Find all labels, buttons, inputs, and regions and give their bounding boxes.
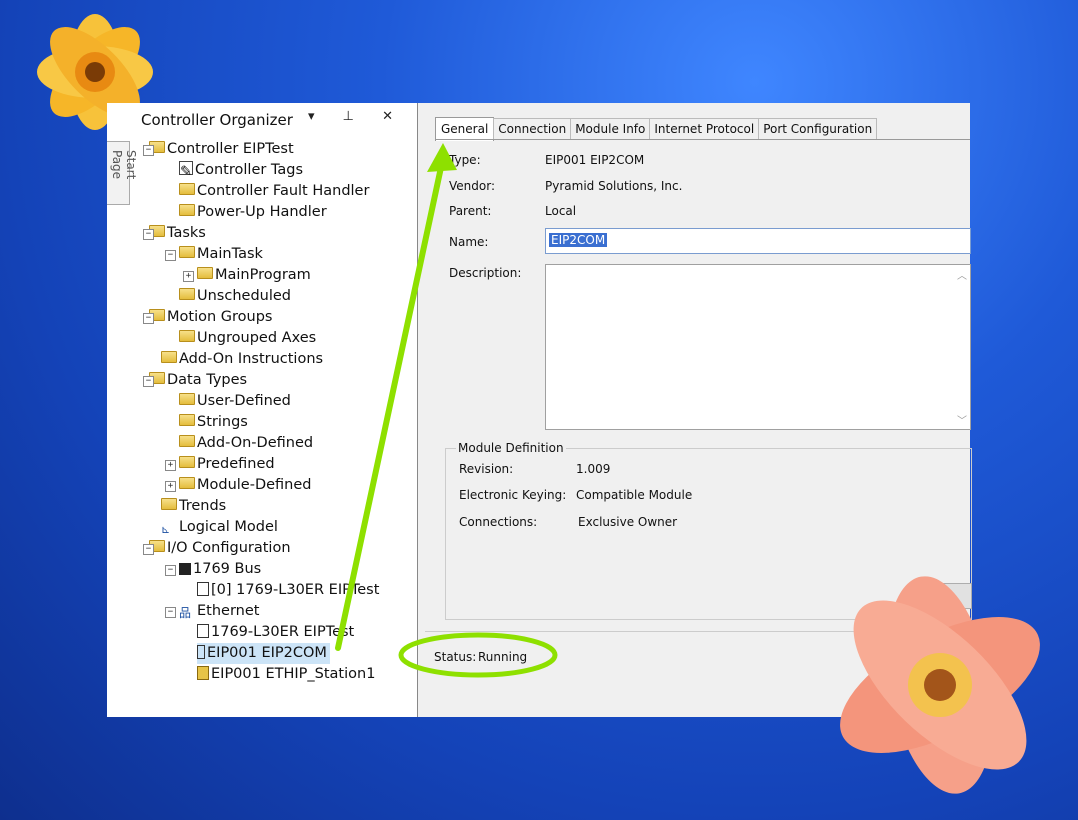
annotation-ellipse [398,632,558,678]
annotation-arrowhead-icon [427,143,457,172]
annotation-arrow-shaft [335,155,446,651]
flower-decoration-bottom-right [840,576,1040,794]
